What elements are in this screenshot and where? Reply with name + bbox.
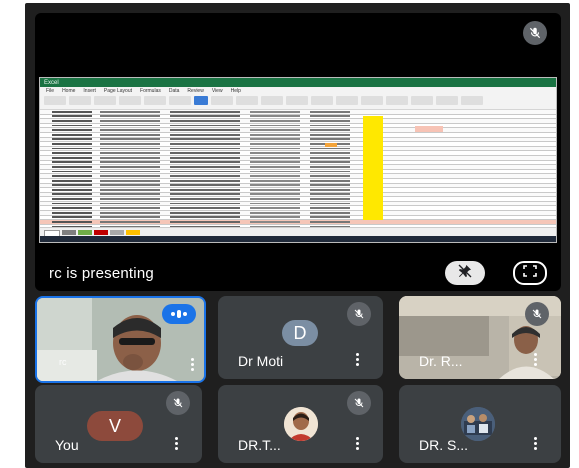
excel-ribbon: File Home Insert Page Layout Formulas Da… bbox=[40, 87, 556, 110]
fullscreen-button[interactable] bbox=[513, 261, 547, 285]
ribbon-tab: Home bbox=[62, 88, 76, 94]
presenting-label: rc is presenting bbox=[49, 265, 154, 282]
avatar bbox=[461, 407, 495, 441]
participant-name: You bbox=[55, 437, 79, 453]
participant-tile-you[interactable]: V You bbox=[35, 385, 202, 463]
more-vert-icon[interactable] bbox=[534, 437, 537, 452]
speaking-indicator-icon bbox=[162, 304, 196, 324]
ribbon-tab: Review bbox=[187, 88, 204, 94]
mic-off-icon bbox=[347, 391, 371, 415]
fullscreen-icon bbox=[523, 264, 537, 282]
unpin-icon bbox=[457, 263, 473, 284]
participant-name: DR. S... bbox=[419, 437, 469, 453]
more-vert-icon[interactable] bbox=[175, 437, 178, 452]
avatar-letter: D bbox=[293, 322, 307, 343]
avatar bbox=[284, 407, 318, 441]
ribbon-tab: Data bbox=[168, 88, 180, 94]
note-cell bbox=[415, 126, 443, 132]
participant-tile-dr-s[interactable]: DR. S... bbox=[399, 385, 561, 463]
participant-tile-dr-r[interactable]: Dr. R... bbox=[399, 296, 561, 379]
mic-off-icon bbox=[525, 302, 549, 326]
more-vert-icon[interactable] bbox=[191, 358, 194, 373]
mic-off-icon bbox=[166, 391, 190, 415]
participant-tile-dr-moti[interactable]: D Dr Moti bbox=[218, 296, 383, 379]
ribbon-tab: Formulas bbox=[140, 88, 161, 94]
windows-taskbar bbox=[40, 236, 556, 242]
spreadsheet-grid bbox=[40, 110, 556, 227]
mic-off-icon bbox=[347, 302, 371, 326]
meeting-window: Excel File Home Insert Page Layout Formu… bbox=[25, 3, 570, 468]
presentation-stage[interactable]: Excel File Home Insert Page Layout Formu… bbox=[35, 13, 561, 291]
participant-name: Dr Moti bbox=[238, 353, 284, 369]
participant-name: DR.T... bbox=[238, 437, 281, 453]
highlighted-column bbox=[363, 116, 383, 220]
shared-screen-excel: Excel File Home Insert Page Layout Formu… bbox=[39, 77, 557, 243]
ribbon-tab: Page Layout bbox=[103, 88, 133, 94]
avatar: D bbox=[282, 320, 318, 346]
avatar-letter: V bbox=[108, 415, 121, 436]
participant-tile-rc[interactable]: rc bbox=[35, 296, 206, 383]
more-vert-icon[interactable] bbox=[534, 353, 537, 368]
participant-name: Dr. R... bbox=[419, 353, 463, 369]
ribbon-tab: File bbox=[46, 88, 55, 94]
more-vert-icon[interactable] bbox=[356, 437, 359, 452]
ribbon-tab: Help bbox=[230, 88, 241, 94]
mic-off-icon bbox=[523, 21, 547, 45]
avatar: V bbox=[87, 411, 143, 441]
ribbon-tab: Insert bbox=[83, 88, 96, 94]
more-vert-icon[interactable] bbox=[356, 353, 359, 368]
excel-title-bar: Excel bbox=[40, 78, 556, 87]
participant-name: rc bbox=[59, 357, 67, 367]
participant-tile-dr-t[interactable]: DR.T... bbox=[218, 385, 383, 463]
highlighted-cell bbox=[325, 143, 337, 147]
excel-app-name: Excel bbox=[44, 79, 59, 86]
unpin-button[interactable] bbox=[445, 261, 485, 285]
ribbon-tab: View bbox=[211, 88, 223, 94]
